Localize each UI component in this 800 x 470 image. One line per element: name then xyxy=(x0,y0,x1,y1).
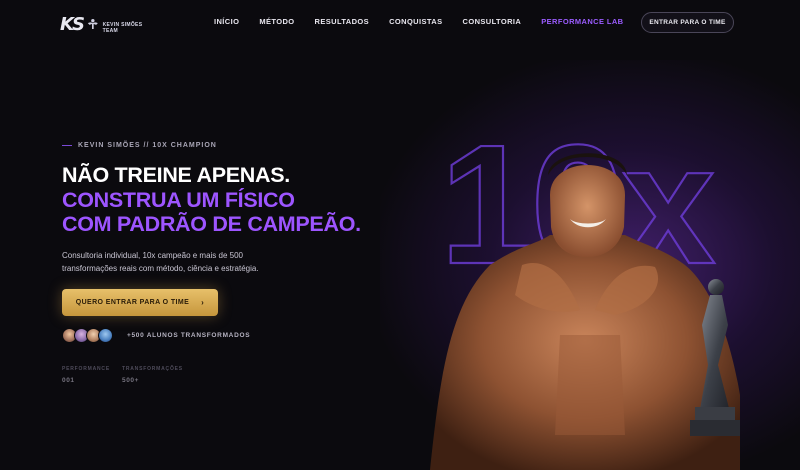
hero-eyebrow: KEVIN SIMÕES // 10X CHAMPION xyxy=(62,142,217,149)
nav-item-performance-lab[interactable]: PERFORMANCE LAB xyxy=(541,17,623,26)
chevron-right-icon: › xyxy=(201,298,205,307)
eyebrow-line xyxy=(62,145,72,146)
join-team-button[interactable]: ENTRAR PARA O TIME xyxy=(641,12,734,33)
athlete-photo xyxy=(430,153,740,470)
hero-title-line-1: NÃO TREINE APENAS. xyxy=(62,163,290,187)
stat-value: 500+ xyxy=(122,377,140,384)
nav-item-metodo[interactable]: MÉTODO xyxy=(259,17,294,26)
eyebrow-text: KEVIN SIMÕES // 10X CHAMPION xyxy=(78,142,217,149)
main-nav: INÍCIO MÉTODO RESULTADOS CONQUISTAS CONS… xyxy=(214,17,624,26)
bodybuilder-logo-icon xyxy=(87,18,98,30)
stat-performance: PERFORMANCE 001 xyxy=(62,366,110,384)
student-avatars xyxy=(62,328,113,343)
hero-title-line-2: CONSTRUA UM FÍSICO xyxy=(62,187,295,212)
hero-description: Consultoria individual, 10x campeão e ma… xyxy=(62,251,259,273)
join-team-cta-button[interactable]: QUERO ENTRAR PARA O TIME › xyxy=(62,289,218,316)
students-count-label: +500 ALUNOS TRANSFORMADOS xyxy=(127,332,251,339)
avatar xyxy=(98,328,113,343)
logo[interactable]: KS KEVIN SIMÕES TEAM xyxy=(60,10,150,38)
logo-mark: KS xyxy=(60,13,85,35)
logo-text-line: KEVIN SIMÕES TEAM xyxy=(102,22,143,34)
nav-item-conquistas[interactable]: CONQUISTAS xyxy=(389,17,442,26)
stat-label: PERFORMANCE xyxy=(62,366,110,372)
cta-label: QUERO ENTRAR PARA O TIME xyxy=(75,299,190,306)
hero-title-line-3: COM PADRÃO DE CAMPEÃO. xyxy=(62,212,361,236)
nav-item-consultoria[interactable]: CONSULTORIA xyxy=(463,17,522,26)
nav-item-inicio[interactable]: INÍCIO xyxy=(214,17,239,26)
site-header: KS KEVIN SIMÕES TEAM INÍCIO MÉTODO RESUL… xyxy=(0,0,800,44)
hero-title: NÃO TREINE APENAS. CONSTRUA UM FÍSICO CO… xyxy=(62,163,361,237)
stat-value: 001 xyxy=(62,377,75,384)
stat-transformations: TRANSFORMAÇÕES 500+ xyxy=(122,366,183,384)
nav-item-resultados[interactable]: RESULTADOS xyxy=(315,17,370,26)
logo-text: KEVIN SIMÕES TEAM xyxy=(103,22,150,34)
stat-label: TRANSFORMAÇÕES xyxy=(122,366,183,372)
